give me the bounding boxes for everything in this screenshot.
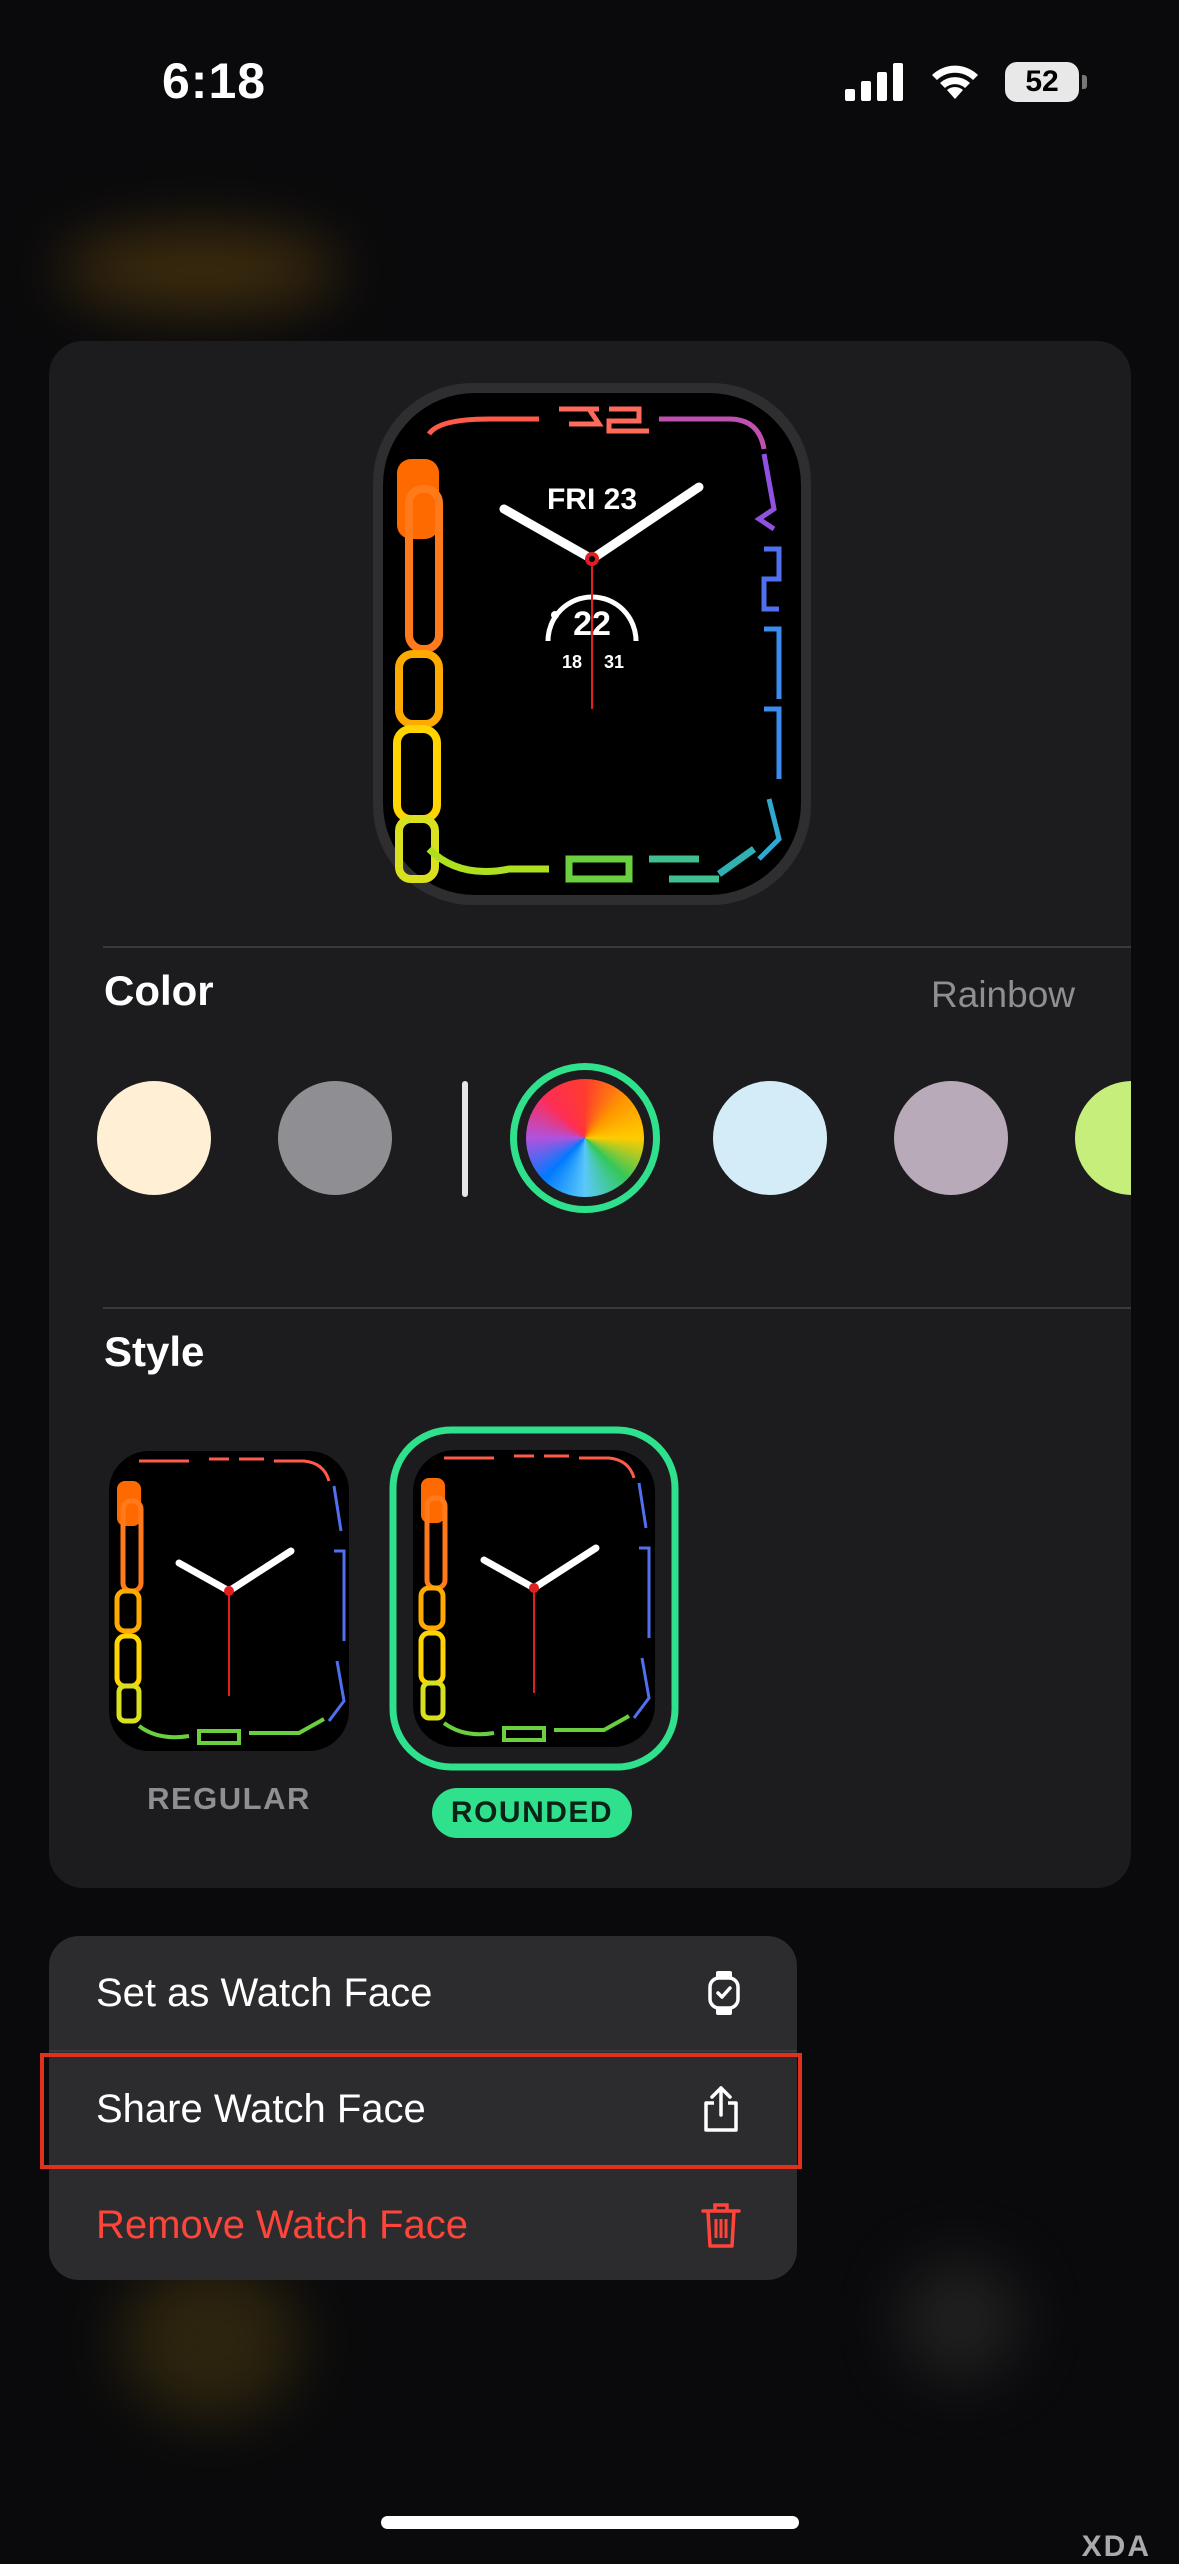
rainbow-swatch — [526, 1079, 644, 1197]
home-indicator[interactable] — [381, 2516, 799, 2529]
share-icon — [704, 2086, 738, 2132]
background-glow — [60, 230, 340, 310]
menu-item-share-watch-face[interactable]: Share Watch Face — [49, 2052, 797, 2166]
wifi-icon — [932, 65, 978, 99]
menu-item-set-as-watch-face[interactable]: Set as Watch Face — [49, 1936, 797, 2050]
menu-item-label: Share Watch Face — [96, 2086, 426, 2131]
complication-max: 31 — [604, 652, 624, 672]
style-label-rounded-selected: ROUNDED — [432, 1788, 632, 1838]
status-indicators: 52 — [845, 62, 1087, 102]
background-glow — [900, 2260, 1020, 2380]
divider — [103, 946, 1131, 948]
swatch-rainbow-selected[interactable] — [510, 1063, 660, 1213]
selected-color-value: Rainbow — [931, 974, 1075, 1015]
watch-icon — [708, 1971, 740, 2015]
background-glow — [120, 2260, 300, 2420]
swatch-gray[interactable] — [278, 1081, 392, 1195]
swatch-separator — [462, 1081, 468, 1197]
watch-face-panel: FRI 23 22 18 31 Color Rainbow Style REGU… — [49, 341, 1131, 1888]
trash-icon — [701, 2203, 741, 2248]
status-time: 6:18 — [162, 53, 267, 109]
watch-date: FRI 23 — [547, 483, 637, 516]
menu-item-remove-watch-face[interactable]: Remove Watch Face — [49, 2168, 797, 2280]
color-section-title: Color — [104, 967, 214, 1014]
context-menu: Set as Watch Face Share Watch Face Remov… — [49, 1936, 797, 2280]
cellular-signal-icon — [845, 63, 903, 101]
style-option-regular[interactable] — [99, 1441, 359, 1761]
menu-item-label: Set as Watch Face — [96, 1970, 433, 2015]
swatch-light-blue[interactable] — [713, 1081, 827, 1195]
swatch-lime[interactable] — [1075, 1081, 1131, 1195]
divider — [103, 1307, 1131, 1309]
style-option-rounded-selected[interactable] — [389, 1426, 679, 1771]
xda-watermark: XDA — [1081, 2530, 1151, 2563]
menu-item-label: Remove Watch Face — [96, 2202, 468, 2247]
style-label-regular: REGULAR — [147, 1781, 311, 1816]
swatch-cream[interactable] — [97, 1081, 211, 1195]
battery-indicator: 52 — [1005, 62, 1087, 102]
complication-min: 18 — [562, 652, 582, 672]
swatch-mauve[interactable] — [894, 1081, 1008, 1195]
style-section-title: Style — [104, 1328, 205, 1375]
watch-face-preview: FRI 23 22 18 31 — [373, 383, 811, 905]
